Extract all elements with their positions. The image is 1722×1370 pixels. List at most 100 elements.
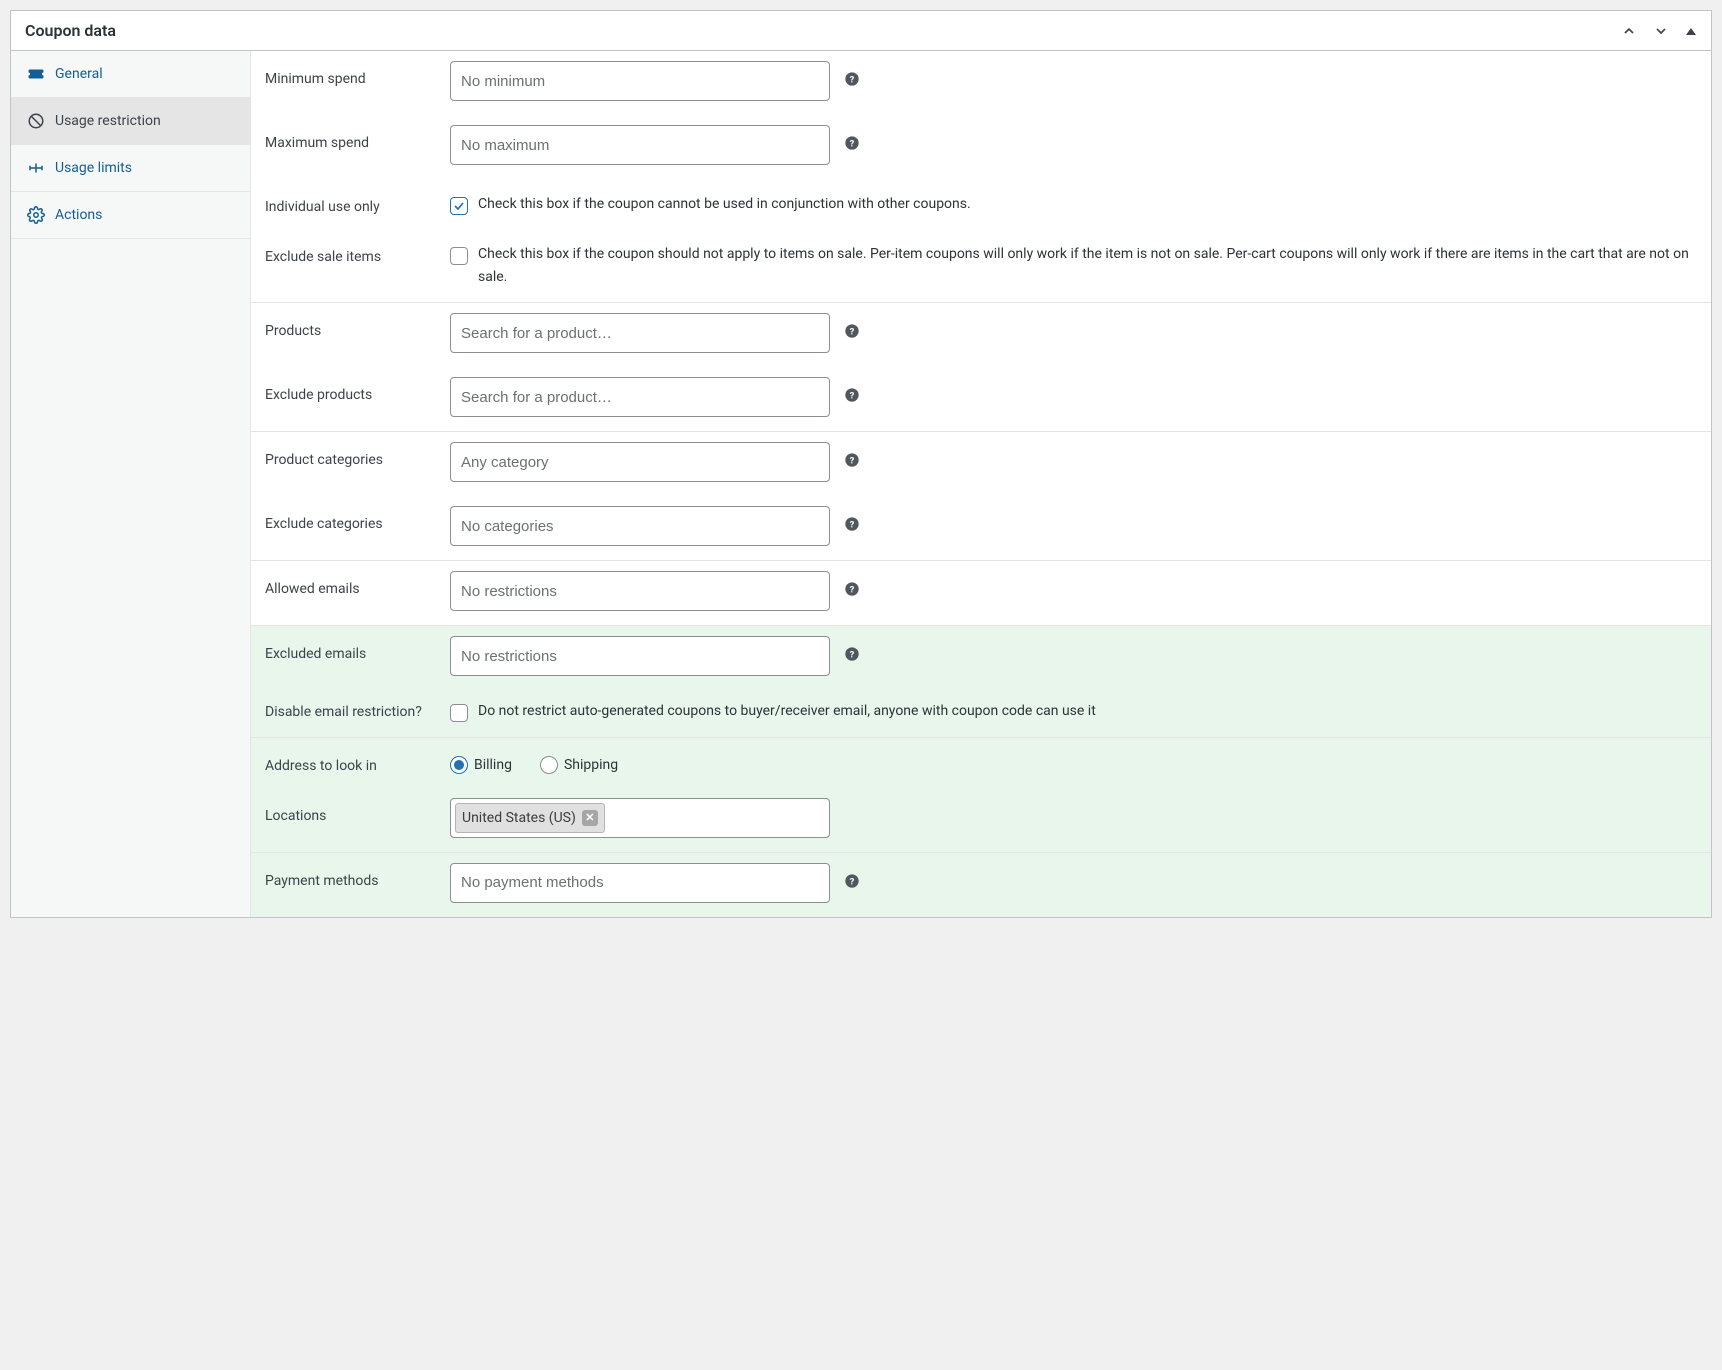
label-payment-methods: Payment methods	[265, 863, 440, 889]
radio-label: Shipping	[564, 757, 618, 773]
chevron-up-icon[interactable]	[1621, 23, 1637, 39]
tab-actions[interactable]: Actions	[11, 192, 250, 239]
label-disable-email-restriction: Disable email restriction?	[265, 700, 440, 720]
help-icon[interactable]: ?	[844, 135, 860, 151]
tab-general[interactable]: General	[11, 51, 250, 98]
row-disable-email-restriction: Disable email restriction? Do not restri…	[251, 690, 1711, 736]
section-allowed-emails: Allowed emails ?	[251, 561, 1711, 626]
coupon-data-panel: Coupon data General	[10, 10, 1712, 918]
label-exclude-products: Exclude products	[265, 377, 440, 403]
label-exclude-sale: Exclude sale items	[265, 239, 440, 265]
row-excluded-emails: Excluded emails ?	[251, 626, 1711, 690]
row-exclude-sale: Exclude sale items Check this box if the…	[251, 229, 1711, 302]
svg-text:?: ?	[850, 876, 855, 887]
label-locations: Locations	[265, 798, 440, 824]
radio-billing[interactable]: Billing	[450, 756, 512, 774]
label-excluded-emails: Excluded emails	[265, 636, 440, 662]
minimum-spend-input[interactable]	[450, 61, 830, 101]
payment-methods-input[interactable]	[450, 863, 830, 903]
row-exclude-categories: Exclude categories ?	[251, 496, 1711, 560]
panel-body: General Usage restriction Usage limits A…	[11, 51, 1711, 917]
allowed-emails-input[interactable]	[450, 571, 830, 611]
help-icon[interactable]: ?	[844, 516, 860, 532]
row-minimum-spend: Minimum spend ?	[251, 51, 1711, 115]
help-icon[interactable]: ?	[844, 323, 860, 339]
section-spend: Minimum spend ? Maximum spend ?	[251, 51, 1711, 303]
radio-icon	[540, 756, 558, 774]
tab-label: General	[55, 66, 103, 82]
svg-text:?: ?	[850, 327, 855, 338]
exclude-sale-checkbox[interactable]	[450, 247, 468, 265]
help-icon[interactable]: ?	[844, 646, 860, 662]
sidebar-tabs: General Usage restriction Usage limits A…	[11, 51, 251, 917]
tab-usage-restriction[interactable]: Usage restriction	[11, 98, 250, 145]
help-icon[interactable]: ?	[844, 873, 860, 889]
tab-label: Usage limits	[55, 160, 132, 176]
close-icon[interactable]: ✕	[582, 810, 598, 826]
row-products: Products ?	[251, 303, 1711, 367]
row-exclude-products: Exclude products ?	[251, 367, 1711, 431]
label-address: Address to look in	[265, 748, 440, 774]
tab-label: Actions	[55, 207, 102, 223]
label-minimum-spend: Minimum spend	[265, 61, 440, 87]
product-categories-input[interactable]	[450, 442, 830, 482]
svg-text:?: ?	[850, 456, 855, 467]
svg-text:?: ?	[850, 650, 855, 661]
address-radio-group: Billing Shipping	[450, 748, 618, 774]
gear-icon	[27, 206, 45, 224]
exclude-products-input[interactable]	[450, 377, 830, 417]
individual-use-checkbox[interactable]	[450, 197, 468, 215]
tag-label: United States (US)	[462, 810, 576, 826]
row-allowed-emails: Allowed emails ?	[251, 561, 1711, 625]
tab-usage-limits[interactable]: Usage limits	[11, 145, 250, 192]
section-products: Products ? Exclude products ?	[251, 303, 1711, 432]
content: Minimum spend ? Maximum spend ?	[251, 51, 1711, 917]
locations-input[interactable]: United States (US) ✕	[450, 798, 830, 838]
help-icon[interactable]: ?	[844, 452, 860, 468]
section-categories: Product categories ? Exclude categories …	[251, 432, 1711, 561]
maximum-spend-input[interactable]	[450, 125, 830, 165]
section-excluded-emails: Excluded emails ? Disable email restrict…	[251, 626, 1711, 737]
radio-label: Billing	[474, 757, 512, 773]
limits-icon	[27, 159, 45, 177]
label-individual-use: Individual use only	[265, 189, 440, 215]
label-product-categories: Product categories	[265, 442, 440, 468]
tab-label: Usage restriction	[55, 113, 161, 129]
products-input[interactable]	[450, 313, 830, 353]
label-allowed-emails: Allowed emails	[265, 571, 440, 597]
panel-header: Coupon data	[11, 11, 1711, 51]
svg-text:?: ?	[850, 585, 855, 596]
panel-controls	[1621, 23, 1697, 39]
help-icon[interactable]: ?	[844, 581, 860, 597]
svg-text:?: ?	[850, 520, 855, 531]
svg-text:?: ?	[850, 138, 855, 149]
row-individual-use: Individual use only Check this box if th…	[251, 179, 1711, 229]
exclude-categories-input[interactable]	[450, 506, 830, 546]
row-product-categories: Product categories ?	[251, 432, 1711, 496]
svg-text:?: ?	[850, 74, 855, 85]
location-tag: United States (US) ✕	[455, 803, 605, 833]
radio-shipping[interactable]: Shipping	[540, 756, 618, 774]
panel-title: Coupon data	[25, 21, 116, 40]
section-address-locations: Address to look in Billing Shipping	[251, 738, 1711, 853]
block-icon	[27, 112, 45, 130]
section-payment-methods: Payment methods ?	[251, 853, 1711, 917]
ticket-icon	[27, 65, 45, 83]
label-products: Products	[265, 313, 440, 339]
help-icon[interactable]: ?	[844, 71, 860, 87]
help-icon[interactable]: ?	[844, 387, 860, 403]
excluded-emails-input[interactable]	[450, 636, 830, 676]
radio-icon	[450, 756, 468, 774]
disable-email-restriction-desc: Do not restrict auto-generated coupons t…	[478, 700, 1096, 722]
chevron-down-icon[interactable]	[1653, 23, 1669, 39]
row-payment-methods: Payment methods ?	[251, 853, 1711, 917]
collapse-icon[interactable]	[1685, 25, 1697, 37]
row-address: Address to look in Billing Shipping	[251, 738, 1711, 788]
row-locations: Locations United States (US) ✕	[251, 788, 1711, 852]
individual-use-desc: Check this box if the coupon cannot be u…	[478, 193, 971, 215]
row-maximum-spend: Maximum spend ?	[251, 115, 1711, 179]
exclude-sale-desc: Check this box if the coupon should not …	[478, 243, 1697, 288]
label-maximum-spend: Maximum spend	[265, 125, 440, 151]
disable-email-restriction-checkbox[interactable]	[450, 704, 468, 722]
label-exclude-categories: Exclude categories	[265, 506, 440, 532]
